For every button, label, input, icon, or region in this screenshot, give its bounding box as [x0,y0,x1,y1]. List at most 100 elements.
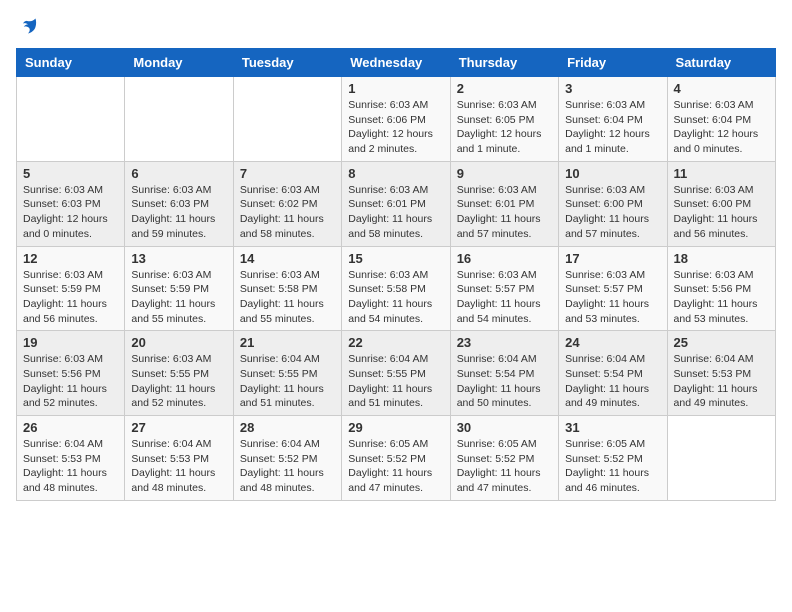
day-info: Sunrise: 6:03 AM Sunset: 6:01 PM Dayligh… [457,183,552,242]
calendar-week-row: 26Sunrise: 6:04 AM Sunset: 5:53 PM Dayli… [17,416,776,501]
calendar-cell [667,416,775,501]
day-info: Sunrise: 6:03 AM Sunset: 6:03 PM Dayligh… [131,183,226,242]
day-info: Sunrise: 6:03 AM Sunset: 6:05 PM Dayligh… [457,98,552,157]
day-number: 14 [240,251,335,266]
day-info: Sunrise: 6:03 AM Sunset: 5:59 PM Dayligh… [131,268,226,327]
day-info: Sunrise: 6:03 AM Sunset: 6:00 PM Dayligh… [674,183,769,242]
calendar-cell [17,77,125,162]
calendar-cell: 5Sunrise: 6:03 AM Sunset: 6:03 PM Daylig… [17,161,125,246]
col-header-monday: Monday [125,49,233,77]
day-info: Sunrise: 6:03 AM Sunset: 6:04 PM Dayligh… [565,98,660,157]
calendar-cell: 14 Sunrise: 6:03 AM Sunset: 5:58 PM Dayli… [233,246,341,331]
calendar-cell: 12 Sunrise: 6:03 AM Sunset: 5:59 PM Dayli… [17,246,125,331]
col-header-tuesday: Tuesday [233,49,341,77]
day-info: Sunrise: 6:05 AM Sunset: 5:52 PM Dayligh… [565,437,660,496]
day-info: Sunrise: 6:04 AM Sunset: 5:53 PM Dayligh… [23,437,118,496]
calendar-cell: 24 Sunrise: 6:04 AM Sunset: 5:54 PM Dayli… [559,331,667,416]
day-number: 22 [348,335,443,350]
day-info: Sunrise: 6:03 AM Sunset: 5:56 PM Dayligh… [23,352,118,411]
day-info: Sunrise: 6:04 AM Sunset: 5:54 PM Dayligh… [565,352,660,411]
calendar-week-row: 5Sunrise: 6:03 AM Sunset: 6:03 PM Daylig… [17,161,776,246]
calendar-cell: 19 Sunrise: 6:03 AM Sunset: 5:56 PM Dayli… [17,331,125,416]
day-number: 20 [131,335,226,350]
day-number: 30 [457,420,552,435]
calendar-cell: 26Sunrise: 6:04 AM Sunset: 5:53 PM Dayli… [17,416,125,501]
day-info: Sunrise: 6:03 AM Sunset: 6:03 PM Dayligh… [23,183,118,242]
day-info: Sunrise: 6:03 AM Sunset: 5:58 PM Dayligh… [240,268,335,327]
day-info: Sunrise: 6:03 AM Sunset: 5:57 PM Dayligh… [565,268,660,327]
calendar-cell: 18 Sunrise: 6:03 AM Sunset: 5:56 PM Dayli… [667,246,775,331]
calendar-cell: 3 Sunrise: 6:03 AM Sunset: 6:04 PM Daylig… [559,77,667,162]
day-number: 24 [565,335,660,350]
day-info: Sunrise: 6:03 AM Sunset: 6:06 PM Dayligh… [348,98,443,157]
calendar-week-row: 12 Sunrise: 6:03 AM Sunset: 5:59 PM Dayli… [17,246,776,331]
calendar-cell: 8 Sunrise: 6:03 AM Sunset: 6:01 PM Daylig… [342,161,450,246]
day-info: Sunrise: 6:05 AM Sunset: 5:52 PM Dayligh… [457,437,552,496]
day-info: Sunrise: 6:03 AM Sunset: 6:02 PM Dayligh… [240,183,335,242]
calendar-cell [233,77,341,162]
day-info: Sunrise: 6:04 AM Sunset: 5:53 PM Dayligh… [674,352,769,411]
day-number: 3 [565,81,660,96]
calendar-cell: 16Sunrise: 6:03 AM Sunset: 5:57 PM Dayli… [450,246,558,331]
day-number: 15 [348,251,443,266]
day-info: Sunrise: 6:03 AM Sunset: 5:55 PM Dayligh… [131,352,226,411]
day-info: Sunrise: 6:04 AM Sunset: 5:55 PM Dayligh… [348,352,443,411]
day-number: 21 [240,335,335,350]
calendar-cell: 30 Sunrise: 6:05 AM Sunset: 5:52 PM Dayli… [450,416,558,501]
calendar-cell: 15 Sunrise: 6:03 AM Sunset: 5:58 PM Dayli… [342,246,450,331]
day-number: 4 [674,81,769,96]
calendar-cell: 7 Sunrise: 6:03 AM Sunset: 6:02 PM Daylig… [233,161,341,246]
calendar-table: SundayMondayTuesdayWednesdayThursdayFrid… [16,48,776,501]
col-header-saturday: Saturday [667,49,775,77]
day-info: Sunrise: 6:05 AM Sunset: 5:52 PM Dayligh… [348,437,443,496]
calendar-cell: 21Sunrise: 6:04 AM Sunset: 5:55 PM Dayli… [233,331,341,416]
day-info: Sunrise: 6:03 AM Sunset: 5:59 PM Dayligh… [23,268,118,327]
calendar-cell: 13 Sunrise: 6:03 AM Sunset: 5:59 PM Dayli… [125,246,233,331]
calendar-cell: 25 Sunrise: 6:04 AM Sunset: 5:53 PM Dayli… [667,331,775,416]
calendar-cell: 22 Sunrise: 6:04 AM Sunset: 5:55 PM Dayli… [342,331,450,416]
day-info: Sunrise: 6:03 AM Sunset: 6:00 PM Dayligh… [565,183,660,242]
logo-bird-icon [18,16,38,36]
calendar-header-row: SundayMondayTuesdayWednesdayThursdayFrid… [17,49,776,77]
day-info: Sunrise: 6:03 AM Sunset: 5:58 PM Dayligh… [348,268,443,327]
calendar-cell: 29Sunrise: 6:05 AM Sunset: 5:52 PM Dayli… [342,416,450,501]
calendar-cell: 6 Sunrise: 6:03 AM Sunset: 6:03 PM Daylig… [125,161,233,246]
page-header [16,16,776,36]
day-info: Sunrise: 6:03 AM Sunset: 5:56 PM Dayligh… [674,268,769,327]
day-number: 19 [23,335,118,350]
day-number: 17 [565,251,660,266]
day-number: 23 [457,335,552,350]
calendar-cell: 9 Sunrise: 6:03 AM Sunset: 6:01 PM Daylig… [450,161,558,246]
day-info: Sunrise: 6:04 AM Sunset: 5:54 PM Dayligh… [457,352,552,411]
day-number: 10 [565,166,660,181]
day-number: 11 [674,166,769,181]
logo [16,16,38,36]
calendar-cell: 10 Sunrise: 6:03 AM Sunset: 6:00 PM Dayli… [559,161,667,246]
calendar-cell: 17 Sunrise: 6:03 AM Sunset: 5:57 PM Dayli… [559,246,667,331]
calendar-cell: 1Sunrise: 6:03 AM Sunset: 6:06 PM Daylig… [342,77,450,162]
day-number: 6 [131,166,226,181]
day-number: 31 [565,420,660,435]
day-number: 13 [131,251,226,266]
calendar-cell: 20 Sunrise: 6:03 AM Sunset: 5:55 PM Dayli… [125,331,233,416]
day-number: 28 [240,420,335,435]
col-header-sunday: Sunday [17,49,125,77]
calendar-cell: 23 Sunrise: 6:04 AM Sunset: 5:54 PM Dayli… [450,331,558,416]
calendar-week-row: 1Sunrise: 6:03 AM Sunset: 6:06 PM Daylig… [17,77,776,162]
calendar-cell [125,77,233,162]
col-header-wednesday: Wednesday [342,49,450,77]
calendar-cell: 4Sunrise: 6:03 AM Sunset: 6:04 PM Daylig… [667,77,775,162]
day-number: 7 [240,166,335,181]
day-info: Sunrise: 6:04 AM Sunset: 5:53 PM Dayligh… [131,437,226,496]
day-number: 18 [674,251,769,266]
day-number: 12 [23,251,118,266]
day-number: 8 [348,166,443,181]
col-header-thursday: Thursday [450,49,558,77]
calendar-week-row: 19 Sunrise: 6:03 AM Sunset: 5:56 PM Dayli… [17,331,776,416]
day-number: 9 [457,166,552,181]
day-number: 25 [674,335,769,350]
day-info: Sunrise: 6:03 AM Sunset: 6:01 PM Dayligh… [348,183,443,242]
day-info: Sunrise: 6:03 AM Sunset: 5:57 PM Dayligh… [457,268,552,327]
day-number: 27 [131,420,226,435]
calendar-cell: 28Sunrise: 6:04 AM Sunset: 5:52 PM Dayli… [233,416,341,501]
